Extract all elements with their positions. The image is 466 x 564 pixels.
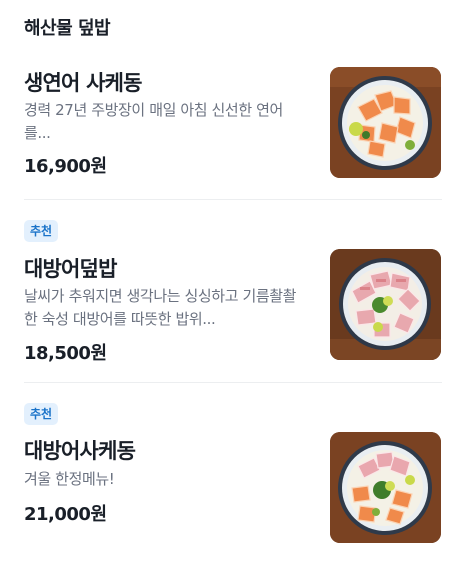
recommended-badge: 추천 [24,220,59,242]
menu-item-name: 대방어덮밥 [24,257,117,281]
menu-item-price: 16,900원 [24,156,107,177]
menu-item-name: 대방어사케동 [24,439,136,463]
yellowtail-salmon-bowl-icon [330,432,441,543]
menu-item-description: 날씨가 추워지면 생각나는 싱싱하고 기름촬촬한 숙성 대방어를 따뜻한 밥위.… [24,287,297,328]
menu-item-yellowtail-sake-don[interactable]: 추천 대방어사케동 겨울 한정메뉴! 21,000원 [0,383,466,564]
menu-item-photo [330,249,441,360]
menu-item-description: 경력 27년 주방장이 매일 아침 신선한 연어를... [24,101,283,142]
menu-item-photo [330,432,441,543]
menu-item-yellowtail-don[interactable]: 추천 대방어덮밥 날씨가 추워지면 생각나는 싱싱하고 기름촬촬한 숙성 대방어… [0,200,466,383]
menu-item-name: 생연어 사케동 [24,71,142,95]
menu-item-price: 18,500원 [24,343,107,364]
menu-item-price: 21,000원 [24,504,107,525]
menu-item-description: 겨울 한정메뉴! [24,470,115,488]
menu-item-salmon-sake-don[interactable]: 생연어 사케동 경력 27년 주방장이 매일 아침 신선한 연어를... 16,… [0,0,466,200]
salmon-bowl-icon [330,67,441,178]
recommended-badge: 추천 [24,403,59,425]
yellowtail-bowl-icon [330,249,441,360]
menu-item-photo [330,67,441,178]
